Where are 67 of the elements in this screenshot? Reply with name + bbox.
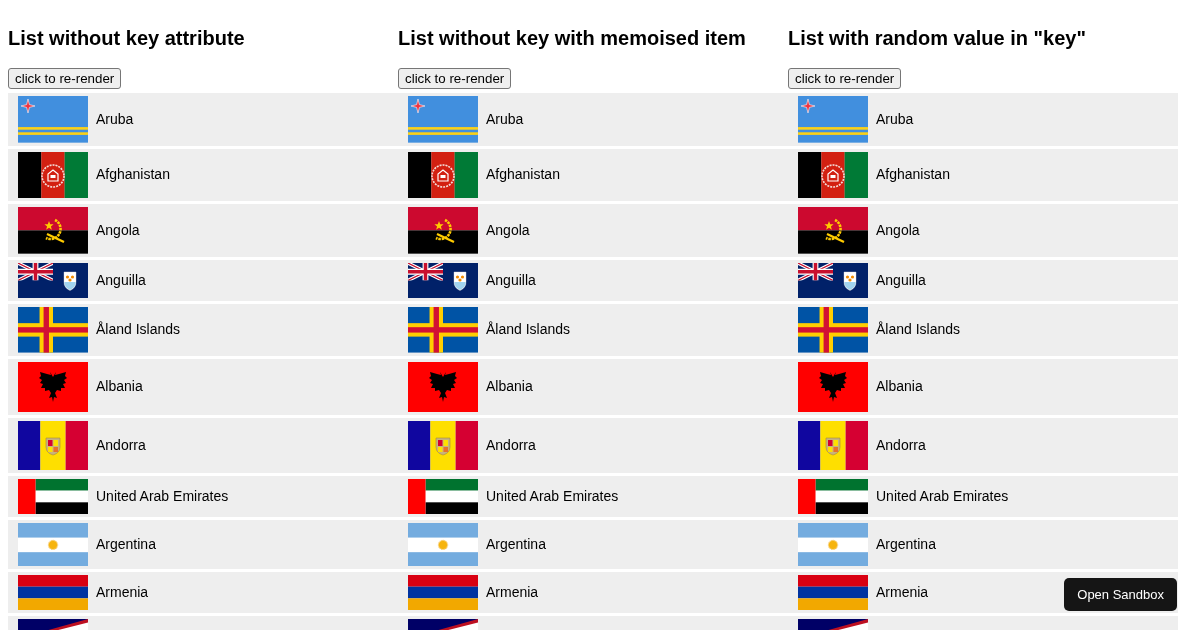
uae-flag-icon bbox=[18, 478, 88, 514]
list-heading: List with random value in "key" bbox=[788, 26, 1086, 50]
aruba-flag-icon bbox=[408, 96, 478, 143]
country-name: Albania bbox=[96, 378, 143, 396]
armenia-flag-icon bbox=[798, 575, 868, 611]
country-name: Armenia bbox=[876, 584, 929, 602]
country-name: Armenia bbox=[96, 584, 149, 602]
country-name: Åland Islands bbox=[876, 321, 961, 339]
andorra-flag-icon bbox=[798, 420, 868, 470]
country-name: Argentina bbox=[876, 536, 936, 554]
afghanistan-flag-icon bbox=[408, 151, 478, 199]
rerender-button[interactable]: click to re-render bbox=[8, 68, 122, 89]
country-name: Aruba bbox=[96, 110, 134, 128]
country-name: Angola bbox=[486, 222, 530, 240]
country-name: United Arab Emirates bbox=[486, 487, 619, 505]
aruba-flag-icon bbox=[798, 96, 868, 143]
armenia-flag-icon bbox=[408, 575, 478, 611]
andorra-flag-icon bbox=[18, 420, 88, 470]
armenia-flag-icon bbox=[18, 575, 88, 611]
uae-flag-icon bbox=[408, 478, 478, 514]
open-sandbox-button[interactable]: Open Sandbox bbox=[1064, 578, 1177, 611]
country-name: Angola bbox=[876, 222, 920, 240]
country-name: Argentina bbox=[486, 536, 546, 554]
country-name: Åland Islands bbox=[96, 321, 181, 339]
anguilla-flag-icon bbox=[798, 262, 868, 298]
country-name: Andorra bbox=[876, 436, 926, 454]
country-name: Albania bbox=[876, 378, 923, 396]
country-name: Afghanistan bbox=[96, 166, 170, 184]
aland-flag-icon bbox=[798, 306, 868, 353]
country-name: Afghanistan bbox=[486, 166, 560, 184]
angola-flag-icon bbox=[798, 207, 868, 254]
country-name: Andorra bbox=[486, 436, 536, 454]
aruba-flag-icon bbox=[18, 96, 88, 143]
country-name: Angola bbox=[96, 222, 140, 240]
country-name: Aruba bbox=[876, 110, 914, 128]
anguilla-flag-icon bbox=[408, 262, 478, 298]
aland-flag-icon bbox=[408, 306, 478, 353]
rerender-button[interactable]: click to re-render bbox=[788, 68, 902, 89]
country-name: Anguilla bbox=[486, 271, 536, 289]
country-name: Anguilla bbox=[96, 271, 146, 289]
albania-flag-icon bbox=[798, 361, 868, 412]
list-heading: List without key with memoised item bbox=[398, 26, 746, 50]
uae-flag-icon bbox=[798, 478, 868, 514]
argentina-flag-icon bbox=[798, 522, 868, 567]
country-name: United Arab Emirates bbox=[876, 487, 1009, 505]
country-name: Åland Islands bbox=[486, 321, 571, 339]
country-name: United Arab Emirates bbox=[96, 487, 229, 505]
argentina-flag-icon bbox=[18, 522, 88, 567]
country-name: Afghanistan bbox=[876, 166, 950, 184]
anguilla-flag-icon bbox=[18, 262, 88, 298]
country-name: Andorra bbox=[96, 436, 146, 454]
angola-flag-icon bbox=[18, 207, 88, 254]
albania-flag-icon bbox=[18, 361, 88, 412]
afghanistan-flag-icon bbox=[18, 151, 88, 199]
argentina-flag-icon bbox=[408, 522, 478, 567]
country-name: Aruba bbox=[486, 110, 524, 128]
andorra-flag-icon bbox=[408, 420, 478, 470]
list-heading: List without key attribute bbox=[8, 26, 245, 50]
country-name: Armenia bbox=[486, 584, 539, 602]
albania-flag-icon bbox=[408, 361, 478, 412]
country-name: Argentina bbox=[96, 536, 156, 554]
aland-flag-icon bbox=[18, 306, 88, 353]
country-name: Anguilla bbox=[876, 271, 926, 289]
afghanistan-flag-icon bbox=[798, 151, 868, 199]
rerender-button[interactable]: click to re-render bbox=[398, 68, 512, 89]
country-name: Albania bbox=[486, 378, 533, 396]
angola-flag-icon bbox=[408, 207, 478, 254]
